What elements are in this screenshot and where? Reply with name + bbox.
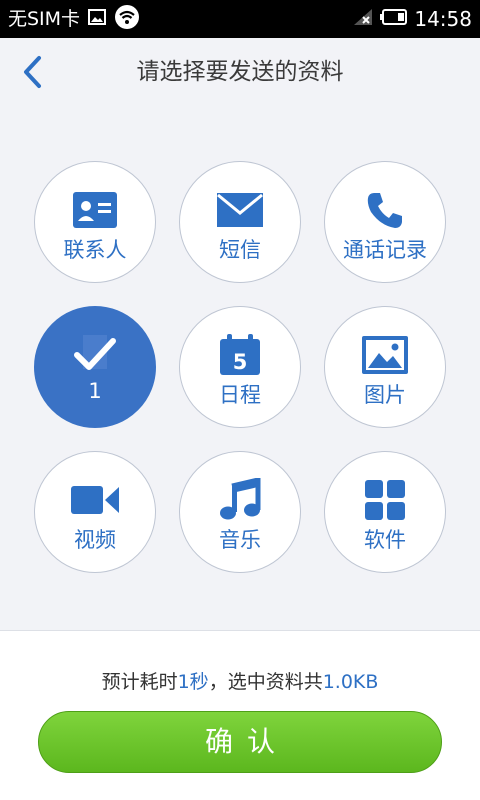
status-bar: 无SIM卡 14:58	[0, 0, 480, 38]
contact-card-icon	[35, 188, 155, 232]
music-note-icon	[180, 478, 300, 522]
tile-label: 联系人	[63, 238, 127, 262]
clock: 14:58	[414, 7, 472, 31]
calendar-day-number: 5	[233, 350, 248, 374]
data-type-grid: 联系人 短信 通话记录 1 5 日程 图片 视频 音乐 软件	[0, 160, 480, 580]
carrier-label: 无SIM卡	[8, 8, 81, 30]
selected-size: 1.0KB	[322, 671, 379, 693]
summary-prefix: 预计耗时	[101, 671, 178, 693]
transfer-summary: 预计耗时1秒，选中资料共1.0KB	[0, 667, 480, 694]
tile-music[interactable]: 音乐	[179, 451, 301, 573]
status-right: 14:58	[352, 0, 472, 38]
wifi-icon	[114, 4, 140, 34]
calendar-icon: 5	[180, 333, 300, 377]
header: 请选择要发送的资料	[0, 38, 480, 110]
video-camera-icon	[35, 478, 155, 522]
checkmark-icon	[35, 333, 155, 377]
tile-pictures[interactable]: 图片	[324, 306, 446, 428]
tile-label: 短信	[219, 238, 261, 262]
page-title: 请选择要发送的资料	[136, 59, 344, 85]
summary-mid: ，选中资料共	[208, 671, 323, 693]
no-signal-icon	[352, 7, 374, 31]
tile-video[interactable]: 视频	[34, 451, 156, 573]
image-icon	[88, 9, 107, 29]
tile-label: 视频	[74, 528, 116, 552]
phone-icon	[325, 188, 445, 232]
tile-call-log[interactable]: 通话记录	[324, 161, 446, 283]
apps-grid-icon	[325, 478, 445, 522]
tile-contacts[interactable]: 联系人	[34, 161, 156, 283]
tile-calendar[interactable]: 5 日程	[179, 306, 301, 428]
tile-label: 软件	[364, 528, 406, 552]
envelope-icon	[180, 188, 300, 232]
status-left: 无SIM卡	[8, 0, 140, 38]
tile-selected[interactable]: 1	[34, 306, 156, 428]
tile-label: 音乐	[219, 528, 261, 552]
footer: 预计耗时1秒，选中资料共1.0KB 确认	[0, 630, 480, 800]
estimated-time: 1秒	[177, 671, 209, 693]
picture-icon	[325, 333, 445, 377]
confirm-button[interactable]: 确认	[38, 711, 442, 773]
battery-icon	[380, 9, 408, 29]
tile-label: 1	[88, 379, 102, 403]
tile-label: 通话记录	[343, 238, 427, 262]
tile-label: 日程	[219, 383, 261, 407]
tile-sms[interactable]: 短信	[179, 161, 301, 283]
tile-label: 图片	[364, 383, 406, 407]
tile-apps[interactable]: 软件	[324, 451, 446, 573]
